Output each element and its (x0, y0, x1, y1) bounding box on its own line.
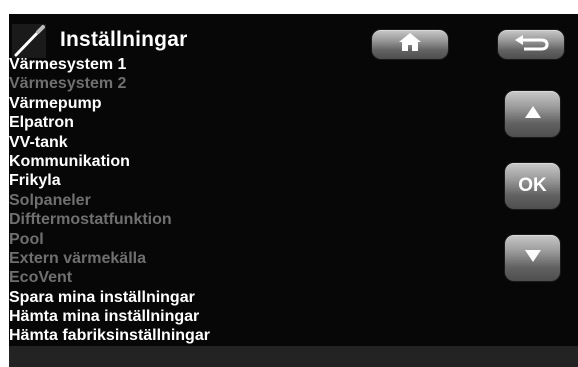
menu-item[interactable]: Frikyla (9, 171, 489, 190)
back-arrow-icon (511, 32, 551, 57)
menu-item[interactable]: Värmepump (9, 94, 489, 113)
bottom-bar (9, 346, 578, 367)
bezel-left (0, 0, 9, 367)
menu-item: EcoVent (9, 269, 73, 287)
home-button[interactable] (372, 30, 448, 59)
arrow-up-icon (524, 105, 542, 124)
menu-item[interactable]: Kommunikation (9, 152, 489, 171)
wrench-icon (12, 24, 46, 58)
home-icon (398, 32, 422, 57)
display-screen: Inställningar Värmesystem 1 Värmesystem 2… (0, 0, 578, 367)
ok-button[interactable]: OK (505, 163, 560, 209)
menu-item[interactable]: Hämta mina inställningar (9, 307, 489, 326)
menu-item[interactable]: Spara mina inställningar (9, 288, 489, 307)
ok-label: OK (518, 175, 547, 196)
menu-item: Extern värmekälla (9, 249, 146, 267)
back-button[interactable] (498, 30, 564, 59)
menu-item: Solpaneler (9, 191, 91, 209)
menu-item: Pool (9, 230, 44, 248)
bezel-top (0, 0, 578, 14)
menu-item: Värmesystem 2 (9, 75, 127, 93)
menu-item[interactable]: Elpatron (9, 113, 489, 132)
menu-item[interactable]: Hämta fabriksinställningar (9, 326, 489, 345)
arrow-down-icon (524, 249, 542, 268)
settings-menu: Värmesystem 1 Värmesystem 2 Värmepump Elpat… (9, 55, 489, 346)
menu-item: Difftermostatfunktion (9, 211, 172, 229)
menu-item[interactable]: VV-tank (9, 133, 489, 152)
page-title: Inställningar (60, 28, 188, 51)
scroll-down-button[interactable] (505, 235, 560, 281)
scroll-up-button[interactable] (505, 91, 560, 137)
